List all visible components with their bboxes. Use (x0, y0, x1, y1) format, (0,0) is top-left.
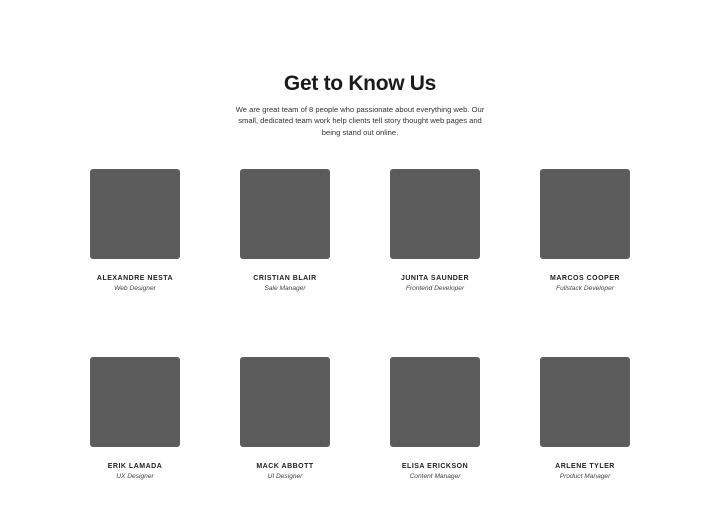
member-role: Sale Manager (264, 285, 306, 292)
team-grid: ALEXANDRE NESTA Web Designer CRISTIAN BL… (90, 169, 630, 481)
team-member-card: CRISTIAN BLAIR Sale Manager (240, 169, 330, 293)
member-role: Content Manager (409, 473, 461, 480)
member-name: MARCOS COOPER (550, 275, 620, 282)
member-photo (540, 169, 630, 259)
team-member-card: MACK ABBOTT UI Designer (240, 357, 330, 481)
member-photo (90, 169, 180, 259)
team-member-card: ARLENE TYLER Product Manager (540, 357, 630, 481)
member-role: UI Designer (267, 473, 303, 480)
member-name: ELISA ERICKSON (401, 463, 469, 470)
member-name: ARLENE TYLER (555, 463, 615, 470)
team-member-card: ELISA ERICKSON Content Manager (390, 357, 480, 481)
member-photo (390, 169, 480, 259)
team-member-card: ALEXANDRE NESTA Web Designer (90, 169, 180, 293)
member-role: Product Manager (559, 473, 611, 480)
member-name: JUNITA SAUNDER (400, 275, 470, 282)
member-role: Frontend Developer (405, 285, 465, 292)
section-title: Get to Know Us (283, 72, 437, 96)
team-member-card: MARCOS COOPER Fullstack Developer (540, 169, 630, 293)
member-name: CRISTIAN BLAIR (253, 275, 317, 282)
member-name: ALEXANDRE NESTA (96, 275, 174, 282)
member-role: Fullstack Developer (556, 285, 614, 292)
team-member-card: ERIK LAMADA UX Designer (90, 357, 180, 481)
section-intro: We are great team of 8 people who passio… (235, 104, 485, 137)
member-role: UX Designer (116, 473, 154, 480)
team-member-card: JUNITA SAUNDER Frontend Developer (390, 169, 480, 293)
member-photo (390, 357, 480, 447)
member-photo (240, 357, 330, 447)
member-role: Web Designer (114, 285, 156, 292)
member-name: MACK ABBOTT (256, 463, 314, 470)
member-photo (90, 357, 180, 447)
member-photo (540, 357, 630, 447)
member-photo (240, 169, 330, 259)
member-name: ERIK LAMADA (107, 463, 163, 470)
